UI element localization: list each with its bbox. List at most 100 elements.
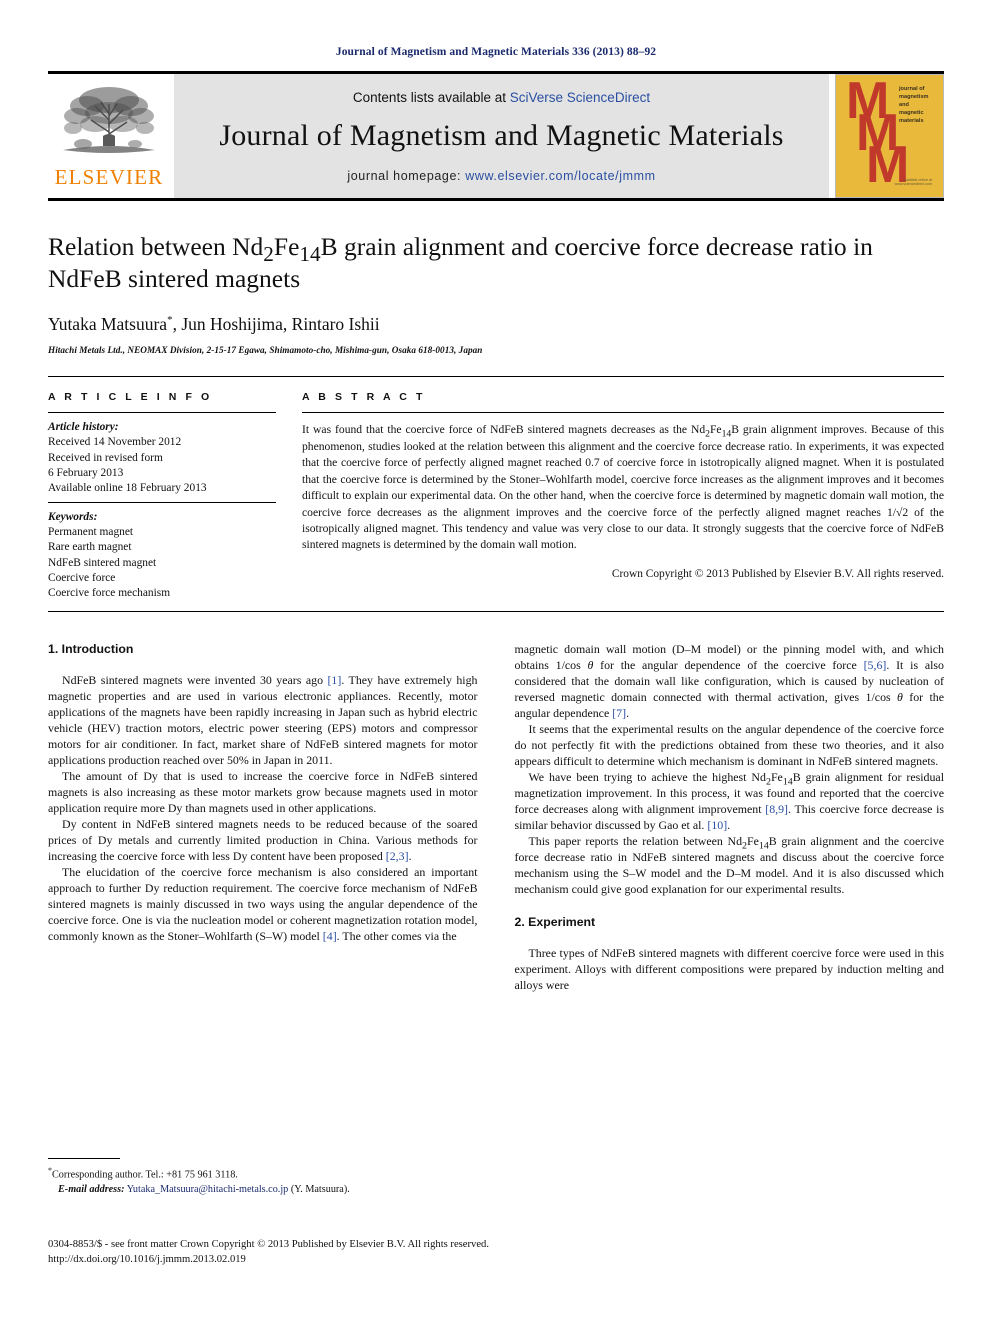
masthead-bottom-rule xyxy=(48,198,944,201)
article-history: Article history: Received 14 November 20… xyxy=(48,420,276,502)
paragraph-text: Fe xyxy=(770,769,783,784)
keyword-item: NdFeB sintered magnet xyxy=(48,556,157,569)
page-title: Relation between Nd2Fe14B grain alignmen… xyxy=(48,231,944,295)
paragraph-text: Dy content in NdFeB sintered magnets nee… xyxy=(48,816,478,863)
history-item: Received 14 November 2012 xyxy=(48,436,182,449)
citation-link[interactable]: [7] xyxy=(612,706,626,720)
paragraph: The elucidation of the coercive force me… xyxy=(48,864,478,944)
paragraph: NdFeB sintered magnets were invented 30 … xyxy=(48,672,478,768)
title-part-2: Fe xyxy=(273,232,300,261)
paragraph-text: This paper reports the relation between … xyxy=(528,833,743,848)
homepage-url[interactable]: www.elsevier.com/locate/jmmm xyxy=(465,169,655,183)
citation-link[interactable]: [1] xyxy=(327,673,341,687)
elsevier-wordmark: ELSEVIER xyxy=(54,165,164,189)
article-info-column: A R T I C L E I N F O Article history: R… xyxy=(48,391,276,601)
footnote-rule xyxy=(48,1158,120,1159)
email-owner: (Y. Matsuura). xyxy=(290,1183,350,1195)
contents-available-line: Contents lists available at SciVerse Sci… xyxy=(353,90,650,105)
abstract-sub-2: 14 xyxy=(721,428,732,440)
elsevier-tree-icon xyxy=(63,87,155,153)
citation-link[interactable]: [5,6] xyxy=(864,658,887,672)
title-part-1: Relation between Nd xyxy=(48,232,264,261)
body-column-left: 1. Introduction NdFeB sintered magnets w… xyxy=(48,641,478,993)
paragraph: This paper reports the relation between … xyxy=(515,833,945,897)
abstract-body: It was found that the coercive force of … xyxy=(302,413,944,554)
citation-link[interactable]: [10] xyxy=(707,818,727,832)
abstract-part-2: Fe xyxy=(709,423,722,437)
sciencedirect-link[interactable]: SciVerse ScienceDirect xyxy=(510,90,650,105)
title-sub-1: 2 xyxy=(263,242,274,267)
keyword-item: Coercive force mechanism xyxy=(48,586,171,599)
citation-link[interactable]: [4] xyxy=(323,929,337,943)
title-part-3: B grain alignment and coercive force dec… xyxy=(320,232,847,261)
citation-link[interactable]: [2,3] xyxy=(386,849,409,863)
journal-homepage-line: journal homepage: www.elsevier.com/locat… xyxy=(347,169,655,183)
paper-page: Journal of Magnetism and Magnetic Materi… xyxy=(0,0,992,1323)
paragraph-text: We have been trying to achieve the highe… xyxy=(528,769,766,784)
journal-band: Contents lists available at SciVerse Sci… xyxy=(174,74,829,198)
paragraph-text: . xyxy=(626,705,630,720)
email-link[interactable]: Yutaka_Matsuura@hitachi-metals.co.jp xyxy=(127,1184,289,1195)
cover-artwork: M M M journal of magnetism and magnetic … xyxy=(842,75,937,191)
footnote-line-1: *Corresponding author. Tel.: +81 75 961 … xyxy=(48,1165,463,1183)
abstract-heading: A B S T R A C T xyxy=(302,391,426,404)
keywords-block: Keywords: Permanent magnet Rare earth ma… xyxy=(48,503,276,601)
keyword-item: Rare earth magnet xyxy=(48,541,132,554)
paragraph-text: . xyxy=(408,848,412,863)
paragraph: Dy content in NdFeB sintered magnets nee… xyxy=(48,816,478,864)
affiliation: Hitachi Metals Ltd., NEOMAX Division, 2-… xyxy=(48,345,483,356)
abstract-part-1: It was found that the coercive force of … xyxy=(302,423,706,437)
body-column-right: magnetic domain wall motion (D–M model) … xyxy=(515,641,945,993)
cover-foot-text: available online at www.sciencedirect.co… xyxy=(894,177,932,187)
page-footer: 0304-8853/$ - see front matter Crown Cop… xyxy=(48,1237,928,1267)
section-heading-experiment: 2. Experiment xyxy=(514,914,596,929)
history-item: Available online 18 February 2013 xyxy=(48,481,207,494)
author-first: Yutaka Matsuura xyxy=(48,314,168,335)
section-heading-introduction: 1. Introduction xyxy=(48,641,134,656)
keyword-item: Permanent magnet xyxy=(48,526,134,539)
journal-masthead: ELSEVIER Contents lists available at Sci… xyxy=(48,74,944,198)
abstract-copyright: Crown Copyright © 2013 Published by Else… xyxy=(611,567,944,580)
author-list: Yutaka Matsuura*, Jun Hoshijima, Rintaro… xyxy=(48,314,944,335)
history-item: Received in revised form xyxy=(48,451,163,464)
issn-copyright-line: 0304-8853/$ - see front matter Crown Cop… xyxy=(48,1239,489,1250)
doi-link[interactable]: http://dx.doi.org/10.1016/j.jmmm.2013.02… xyxy=(48,1252,928,1267)
paragraph: We have been trying to achieve the highe… xyxy=(515,769,945,833)
paragraph-text: NdFeB sintered magnets were invented 30 … xyxy=(62,672,328,687)
title-block: Relation between Nd2Fe14B grain alignmen… xyxy=(48,231,944,355)
authors-remaining: , Jun Hoshijima, Rintaro Ishii xyxy=(172,314,380,335)
footnote-line-2: E-mail address: Yutaka_Matsuura@hitachi-… xyxy=(48,1183,463,1197)
info-abstract-wrap: A R T I C L E I N F O Article history: R… xyxy=(48,377,944,601)
history-item: 6 February 2013 xyxy=(48,466,124,479)
paragraph: The amount of Dy that is used to increas… xyxy=(48,768,478,815)
info-abstract-bottom-rule xyxy=(48,610,944,612)
footnote-corresponding-text: Corresponding author. Tel.: +81 75 961 3… xyxy=(52,1169,238,1181)
journal-cover-thumbnail: M M M journal of magnetism and magnetic … xyxy=(835,74,944,198)
article-history-label: Article history: xyxy=(48,421,119,434)
keywords-label: Keywords: xyxy=(48,511,98,524)
email-address-label: E-mail address: xyxy=(58,1183,125,1195)
paragraph-text: for the angular dependence of the coerci… xyxy=(593,657,864,672)
paragraph-text: Fe xyxy=(746,833,759,848)
abstract-fraction: 1/√2 xyxy=(886,505,909,519)
elsevier-logo: ELSEVIER xyxy=(48,74,170,198)
paragraph: It seems that the experimental results o… xyxy=(514,721,945,768)
paragraph: magnetic domain wall motion (D–M model) … xyxy=(515,641,945,721)
journal-title: Journal of Magnetism and Magnetic Materi… xyxy=(219,118,784,152)
citation-link[interactable]: [8,9] xyxy=(765,802,788,816)
abstract-part-3: B grain alignment improves. Because of t… xyxy=(302,423,945,519)
contents-prefix: Contents lists available at xyxy=(352,89,506,105)
abstract-column: A B S T R A C T It was found that the co… xyxy=(302,391,944,601)
paragraph-text: . xyxy=(727,817,731,832)
cover-side-text: journal of magnetism and magnetic materi… xyxy=(899,86,929,125)
homepage-prefix: journal homepage: xyxy=(347,168,462,183)
paragraph-text: . The other comes via the xyxy=(336,928,457,943)
body-columns: 1. Introduction NdFeB sintered magnets w… xyxy=(48,641,944,993)
article-info-heading: A R T I C L E I N F O xyxy=(48,391,213,404)
running-head: Journal of Magnetism and Magnetic Materi… xyxy=(335,46,657,58)
corresponding-author-footnote: *Corresponding author. Tel.: +81 75 961 … xyxy=(48,1158,463,1197)
paragraph: Three types of NdFeB sintered magnets wi… xyxy=(514,945,945,992)
keyword-item: Coercive force xyxy=(48,571,116,584)
article-info-body: Article history: Received 14 November 20… xyxy=(48,413,276,601)
title-sub-2: 14 xyxy=(299,242,321,267)
